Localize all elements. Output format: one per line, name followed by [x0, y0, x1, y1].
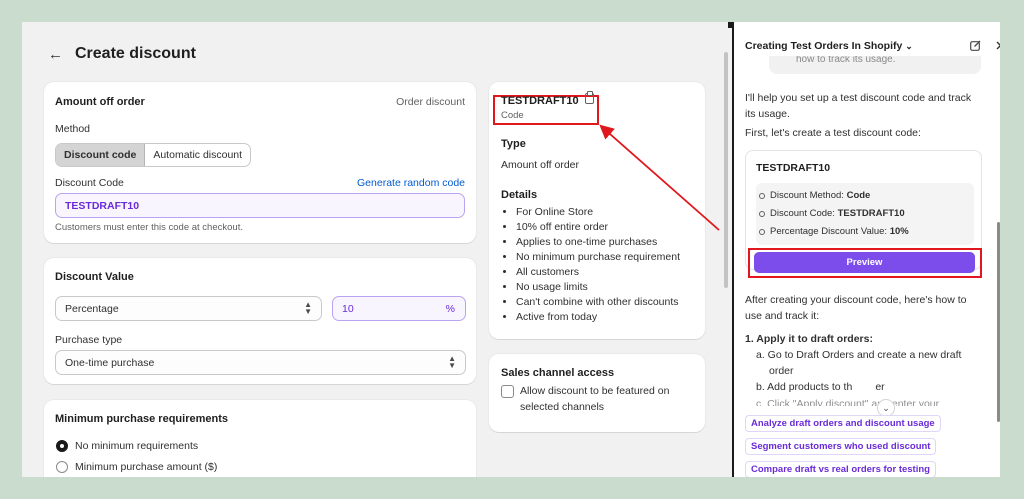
annotation-arrow: [599, 124, 720, 231]
app-frame: ← Create discount Amount off order Order…: [22, 22, 1000, 477]
